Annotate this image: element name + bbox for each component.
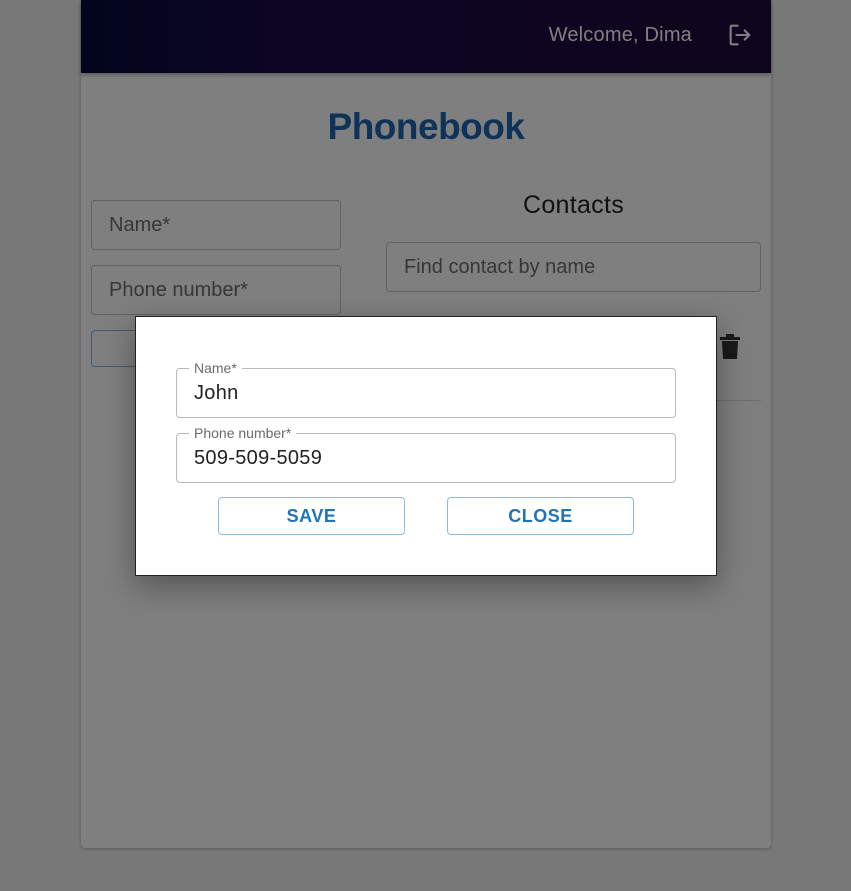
edit-phone-value: 509-509-5059 — [194, 447, 323, 469]
edit-phone-field[interactable]: Phone number* 509-509-5059 — [176, 425, 676, 483]
edit-name-field[interactable]: Name* John — [176, 360, 676, 418]
edit-name-value: John — [194, 382, 239, 404]
edit-name-label: Name* — [189, 360, 242, 376]
save-button[interactable]: SAVE — [218, 497, 405, 535]
edit-contact-modal: Name* John Phone number* 509-509-5059 SA… — [135, 316, 717, 576]
edit-phone-label: Phone number* — [189, 425, 297, 441]
close-button[interactable]: CLOSE — [447, 497, 634, 535]
